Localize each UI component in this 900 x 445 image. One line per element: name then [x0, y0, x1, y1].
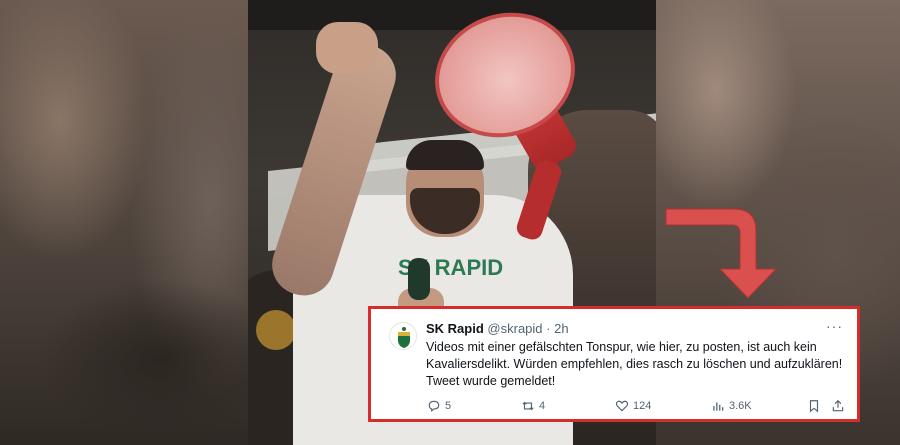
views-count: 3.6K [729, 400, 752, 412]
tweet-text-line: Kavaliersdelikt. Würden empfehlen, dies … [426, 357, 843, 371]
tweet-text-line: Videos mit einer gefälschten Tonspur, wi… [426, 340, 817, 354]
like-button[interactable]: 124 [615, 399, 651, 413]
tweet-text-line: Tweet wurde gemeldet! [426, 374, 556, 388]
microphone [408, 258, 430, 300]
like-count: 124 [633, 400, 652, 412]
like-icon [615, 400, 629, 412]
reply-icon [428, 400, 440, 412]
author-name[interactable]: SK Rapid [426, 321, 484, 336]
author-handle[interactable]: @skrapid [487, 321, 542, 336]
bookmark-button[interactable] [807, 399, 821, 413]
retweet-button[interactable]: 4 [521, 399, 545, 413]
tweet-card[interactable]: SK Rapid @skrapid · 2h ··· Videos mit ei… [368, 306, 860, 422]
arrow-icon [665, 208, 778, 299]
crest-badge [256, 310, 296, 350]
blurred-background-left [0, 0, 248, 445]
tweet-time[interactable]: 2h [554, 321, 568, 336]
separator: · [546, 321, 551, 336]
views-button[interactable]: 3.6K [711, 399, 752, 413]
bookmark-icon [809, 400, 819, 413]
club-crest-icon[interactable] [389, 322, 417, 350]
share-icon [832, 399, 844, 412]
tweet-actions: 5 4 124 3.6K [423, 399, 853, 417]
reply-button[interactable]: 5 [427, 399, 451, 413]
views-icon [713, 402, 724, 411]
retweet-count: 4 [539, 400, 546, 412]
more-horizontal-icon[interactable]: ··· [826, 318, 843, 334]
tweet-text: Videos mit einer gefälschten Tonspur, wi… [426, 339, 856, 390]
retweet-icon [522, 401, 534, 411]
share-button[interactable] [831, 399, 845, 413]
tweet-header: SK Rapid @skrapid · 2h [426, 321, 569, 336]
fist [316, 22, 378, 74]
reply-count: 5 [445, 400, 452, 412]
